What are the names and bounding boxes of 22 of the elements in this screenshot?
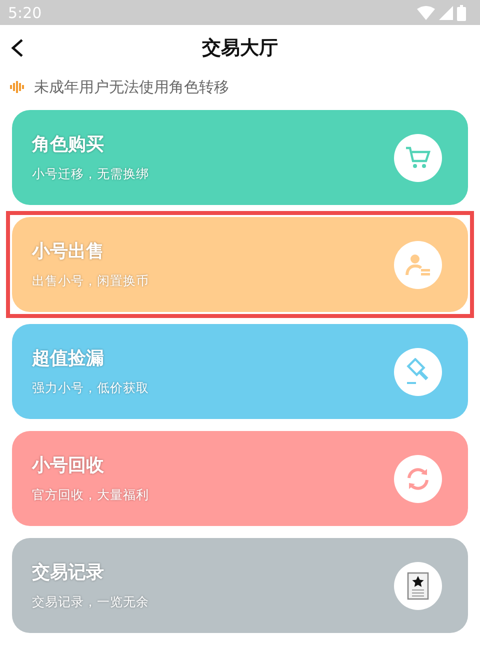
card-title: 角色购买 (32, 133, 105, 156)
menu-card[interactable]: 交易记录 交易记录，一览无余 (12, 538, 468, 633)
card-title: 小号出售 (32, 240, 105, 263)
menu-card[interactable]: 超值捡漏 强力小号，低价获取 (12, 324, 468, 419)
wifi-icon (417, 6, 435, 20)
back-icon[interactable] (10, 38, 24, 58)
sound-wave-icon (10, 81, 26, 93)
card-subtitle: 强力小号，低价获取 (32, 380, 149, 397)
signal-icon (439, 6, 453, 20)
battery-icon (457, 4, 466, 20)
menu-card[interactable]: 小号出售 出售小号，闲置换币 (12, 217, 468, 312)
card-subtitle: 官方回收，大量福利 (32, 487, 149, 504)
card-title: 交易记录 (32, 561, 105, 584)
card-subtitle: 小号迁移，无需换绑 (32, 166, 149, 183)
card-title: 小号回收 (32, 454, 105, 477)
card-subtitle: 出售小号，闲置换币 (32, 273, 149, 290)
menu-card[interactable]: 角色购买 小号迁移，无需换绑 (12, 110, 468, 205)
card-title: 超值捡漏 (32, 347, 105, 370)
notice-text: 未成年用户无法使用角色转移 (34, 78, 229, 96)
page-title: 交易大厅 (202, 36, 278, 60)
menu-card[interactable]: 小号回收 官方回收，大量福利 (12, 431, 468, 526)
card-subtitle: 交易记录，一览无余 (32, 594, 149, 611)
